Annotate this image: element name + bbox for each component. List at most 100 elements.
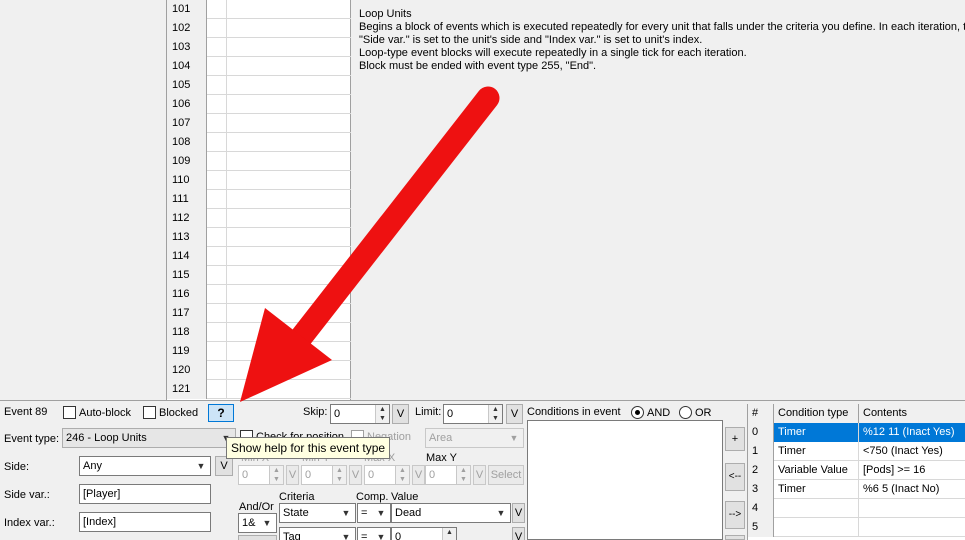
- event-row-type-cell[interactable]: [227, 57, 351, 76]
- event-row[interactable]: 114: [167, 247, 351, 266]
- event-row-type-cell[interactable]: [227, 19, 351, 38]
- value-stepper-2[interactable]: 0 ▲: [391, 527, 457, 540]
- limit-variable-button[interactable]: V: [506, 404, 523, 424]
- spin-up-icon[interactable]: ▲: [489, 405, 502, 414]
- event-row-flag-cell[interactable]: [207, 0, 227, 19]
- add-condition-button[interactable]: +: [725, 427, 745, 451]
- event-row-type-cell[interactable]: [227, 228, 351, 247]
- criteria-select[interactable]: State ▼: [279, 503, 356, 523]
- and-or-select[interactable]: 1& ▼: [238, 513, 277, 533]
- side-variable-button[interactable]: V: [215, 456, 233, 476]
- spin-down-icon[interactable]: ▼: [489, 414, 502, 423]
- event-row[interactable]: 120: [167, 361, 351, 380]
- or-radio[interactable]: [679, 406, 692, 419]
- spin-down-icon[interactable]: ▼: [270, 475, 283, 484]
- move-left-button[interactable]: <--: [725, 463, 745, 491]
- min-x-variable-button[interactable]: V: [286, 465, 299, 485]
- event-row-flag-cell[interactable]: [207, 133, 227, 152]
- conditions-table[interactable]: # Condition type Contents 0 Timer %12 11 (…: [747, 404, 965, 540]
- event-row-flag-cell[interactable]: [207, 57, 227, 76]
- table-row[interactable]: 2 Variable Value [Pods] >= 16: [748, 461, 965, 480]
- side-var-field[interactable]: [Player]: [79, 484, 211, 504]
- event-row-flag-cell[interactable]: [207, 266, 227, 285]
- extra-button[interactable]: [725, 535, 745, 540]
- comp-select[interactable]: = ▼: [357, 503, 391, 523]
- event-row-flag-cell[interactable]: [207, 38, 227, 57]
- max-x-stepper[interactable]: 0 ▲ ▼: [364, 465, 410, 485]
- criteria-variable-button[interactable]: V: [512, 503, 525, 523]
- comp-select-2[interactable]: = ▼: [357, 527, 391, 540]
- event-row-type-cell[interactable]: [227, 361, 351, 380]
- skip-spin-buttons[interactable]: ▲ ▼: [375, 405, 389, 423]
- value-spin-buttons[interactable]: ▲: [442, 528, 456, 540]
- event-row-flag-cell[interactable]: [207, 247, 227, 266]
- min-y-stepper[interactable]: 0 ▲ ▼: [301, 465, 347, 485]
- table-row[interactable]: 0 Timer %12 11 (Inact Yes): [748, 423, 965, 442]
- move-right-button[interactable]: -->: [725, 501, 745, 529]
- blocked-checkbox[interactable]: [143, 406, 156, 419]
- spin-up-icon[interactable]: ▲: [443, 528, 456, 537]
- event-row-type-cell[interactable]: [227, 190, 351, 209]
- criteria-select-2[interactable]: Tag ▼: [279, 527, 356, 540]
- spin-down-icon[interactable]: ▼: [333, 475, 346, 484]
- event-row[interactable]: 116: [167, 285, 351, 304]
- event-row[interactable]: 108: [167, 133, 351, 152]
- side-select[interactable]: Any ▼: [79, 456, 211, 476]
- event-row-flag-cell[interactable]: [207, 190, 227, 209]
- and-or-select-next[interactable]: [238, 535, 277, 540]
- spin-up-icon[interactable]: ▲: [396, 466, 409, 475]
- spin-up-icon[interactable]: ▲: [376, 405, 389, 414]
- and-radio[interactable]: [631, 406, 644, 419]
- table-row[interactable]: 1 Timer <750 (Inact Yes): [748, 442, 965, 461]
- event-row[interactable]: 106: [167, 95, 351, 114]
- event-row-flag-cell[interactable]: [207, 228, 227, 247]
- event-row-type-cell[interactable]: [227, 209, 351, 228]
- skip-stepper[interactable]: 0 ▲ ▼: [330, 404, 390, 424]
- criteria-variable-button-2[interactable]: V: [512, 527, 525, 540]
- max-y-variable-button[interactable]: V: [473, 465, 486, 485]
- min-x-stepper[interactable]: 0 ▲ ▼: [238, 465, 284, 485]
- event-row-type-cell[interactable]: [227, 171, 351, 190]
- event-row[interactable]: 102: [167, 19, 351, 38]
- event-row[interactable]: 121: [167, 380, 351, 399]
- spin-up-icon[interactable]: ▲: [270, 466, 283, 475]
- min-x-spin-buttons[interactable]: ▲ ▼: [269, 466, 283, 484]
- conditions-list[interactable]: [527, 420, 723, 540]
- max-y-stepper[interactable]: 0 ▲ ▼: [425, 465, 471, 485]
- event-row[interactable]: 109: [167, 152, 351, 171]
- event-row[interactable]: 112: [167, 209, 351, 228]
- help-button[interactable]: ?: [208, 404, 234, 422]
- spin-down-icon[interactable]: ▼: [396, 475, 409, 484]
- event-row[interactable]: 104: [167, 57, 351, 76]
- event-row[interactable]: 105: [167, 76, 351, 95]
- spin-up-icon[interactable]: ▲: [333, 466, 346, 475]
- event-row[interactable]: 119: [167, 342, 351, 361]
- max-x-spin-buttons[interactable]: ▲ ▼: [395, 466, 409, 484]
- event-row[interactable]: 110: [167, 171, 351, 190]
- event-row-type-cell[interactable]: [227, 304, 351, 323]
- event-row-flag-cell[interactable]: [207, 95, 227, 114]
- spin-down-icon[interactable]: ▼: [376, 414, 389, 423]
- event-type-select[interactable]: 246 - Loop Units ▼: [62, 428, 236, 448]
- spin-down-icon[interactable]: ▼: [457, 475, 470, 484]
- event-row-type-cell[interactable]: [227, 266, 351, 285]
- limit-spin-buttons[interactable]: ▲ ▼: [488, 405, 502, 423]
- event-row[interactable]: 111: [167, 190, 351, 209]
- spin-up-icon[interactable]: ▲: [457, 466, 470, 475]
- limit-stepper[interactable]: 0 ▲ ▼: [443, 404, 503, 424]
- auto-block-checkbox[interactable]: [63, 406, 76, 419]
- event-row-type-cell[interactable]: [227, 285, 351, 304]
- event-row[interactable]: 118: [167, 323, 351, 342]
- event-row-flag-cell[interactable]: [207, 76, 227, 95]
- event-row[interactable]: 117: [167, 304, 351, 323]
- event-row-flag-cell[interactable]: [207, 342, 227, 361]
- event-row-flag-cell[interactable]: [207, 304, 227, 323]
- event-row-type-cell[interactable]: [227, 380, 351, 399]
- event-row-flag-cell[interactable]: [207, 152, 227, 171]
- event-row-flag-cell[interactable]: [207, 361, 227, 380]
- event-row-flag-cell[interactable]: [207, 209, 227, 228]
- event-row-type-cell[interactable]: [227, 76, 351, 95]
- area-select[interactable]: Area ▼: [425, 428, 524, 448]
- event-row-type-cell[interactable]: [227, 114, 351, 133]
- event-row-flag-cell[interactable]: [207, 323, 227, 342]
